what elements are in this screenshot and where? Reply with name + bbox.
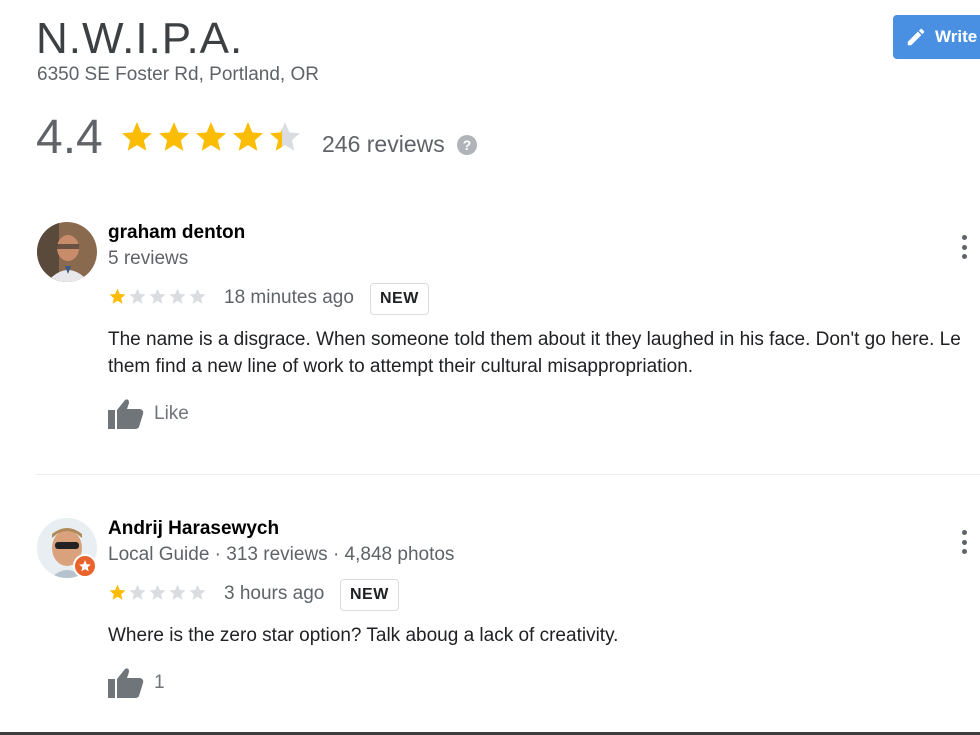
like-button[interactable]: Like bbox=[108, 398, 189, 430]
new-badge: NEW bbox=[340, 579, 399, 611]
star-icon bbox=[169, 584, 186, 600]
review-time: 18 minutes ago bbox=[224, 287, 354, 308]
reviewer-name[interactable]: Andrij Harasewych bbox=[108, 518, 279, 540]
star-icon bbox=[129, 288, 146, 304]
reviewer-name[interactable]: graham denton bbox=[108, 222, 245, 244]
review-stars bbox=[108, 583, 207, 602]
write-review-button[interactable]: Write bbox=[893, 15, 980, 59]
review-text: The name is a disgrace. When someone tol… bbox=[108, 329, 961, 350]
help-icon[interactable]: ? bbox=[457, 135, 477, 155]
review-divider bbox=[36, 474, 980, 475]
review-count-link[interactable]: 246 reviews bbox=[322, 131, 445, 158]
star-icon bbox=[159, 122, 189, 151]
more-vert-icon[interactable] bbox=[958, 530, 970, 554]
average-rating: 4.4 bbox=[36, 111, 103, 164]
review-text: them find a new line of work to attempt … bbox=[108, 356, 694, 377]
star-icon bbox=[129, 584, 146, 600]
local-guide-badge-icon bbox=[73, 554, 97, 578]
star-icon bbox=[109, 288, 126, 304]
star-icon bbox=[122, 122, 152, 151]
review-text: Where is the zero star option? Talk abou… bbox=[108, 625, 619, 646]
more-vert-icon[interactable] bbox=[958, 235, 970, 259]
half-star-icon bbox=[270, 122, 300, 151]
avatar-photo bbox=[37, 222, 97, 282]
star-icon bbox=[189, 584, 206, 600]
like-label: Like bbox=[154, 403, 189, 424]
star-icon bbox=[149, 288, 166, 304]
write-review-label: Write bbox=[935, 27, 978, 46]
pencil-icon bbox=[907, 28, 925, 46]
reviewer-avatar[interactable] bbox=[37, 222, 97, 282]
review-stars bbox=[108, 287, 207, 306]
like-count: 1 bbox=[154, 672, 165, 693]
review-time: 3 hours ago bbox=[224, 583, 325, 604]
thumbs-up-icon bbox=[108, 399, 144, 429]
reviewer-meta: Local Guide · 313 reviews · 4,848 photos bbox=[108, 544, 455, 565]
average-rating-stars bbox=[119, 117, 303, 157]
star-icon bbox=[189, 288, 206, 304]
reviewer-meta: 5 reviews bbox=[108, 248, 189, 269]
thumbs-up-icon bbox=[108, 668, 144, 698]
star-icon bbox=[196, 122, 226, 151]
star-icon bbox=[149, 584, 166, 600]
new-badge: NEW bbox=[370, 283, 429, 315]
star-icon bbox=[233, 122, 263, 151]
place-address: 6350 SE Foster Rd, Portland, OR bbox=[37, 64, 319, 85]
star-icon bbox=[109, 584, 126, 600]
star-icon bbox=[169, 288, 186, 304]
place-title: N.W.I.P.A. bbox=[36, 14, 244, 63]
like-button[interactable]: 1 bbox=[108, 667, 165, 699]
